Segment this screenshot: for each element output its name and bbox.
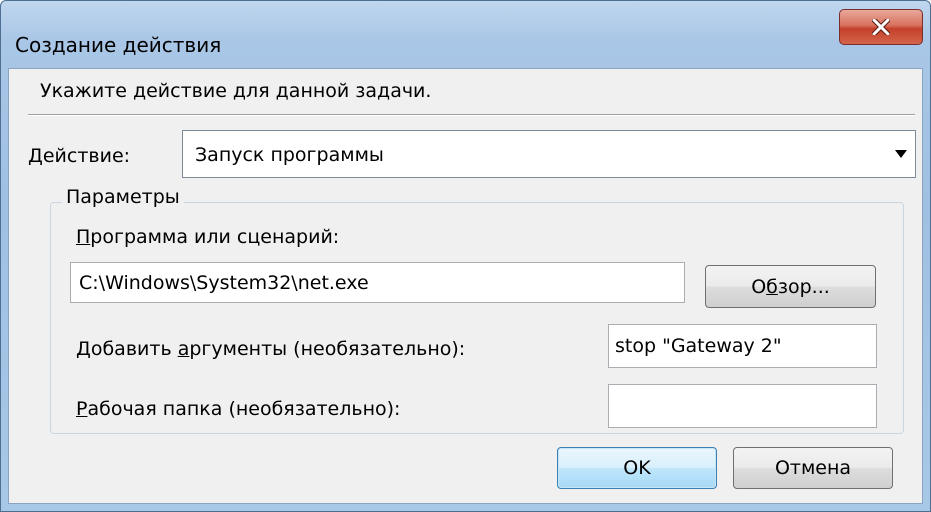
action-label: Действие: (28, 145, 131, 167)
parameters-group-caption: Параметры (62, 186, 184, 208)
cancel-button[interactable]: Отмена (733, 447, 893, 489)
browse-button[interactable]: Об зор... (705, 265, 876, 308)
instruction-text: Укажите действие для данной задачи. (40, 80, 432, 102)
action-dropdown[interactable]: Запуск программы (182, 130, 916, 178)
program-input[interactable] (70, 262, 685, 303)
arguments-input[interactable] (608, 324, 877, 368)
action-dropdown-value: Запуск программы (195, 144, 384, 166)
close-button[interactable] (839, 9, 923, 45)
window-title: Создание действия (15, 33, 222, 57)
title-bar[interactable]: Создание действия (1, 1, 930, 75)
close-icon (872, 19, 890, 35)
separator (28, 114, 915, 116)
program-label: Программа или сценарий: (76, 226, 340, 248)
working-folder-input[interactable] (608, 384, 877, 428)
arguments-label: Добавить аргументы (необязательно): (76, 338, 466, 360)
chevron-down-icon (895, 150, 907, 158)
working-folder-label: Рабочая папка (необязательно): (76, 398, 401, 420)
ok-button[interactable]: OK (557, 447, 717, 489)
